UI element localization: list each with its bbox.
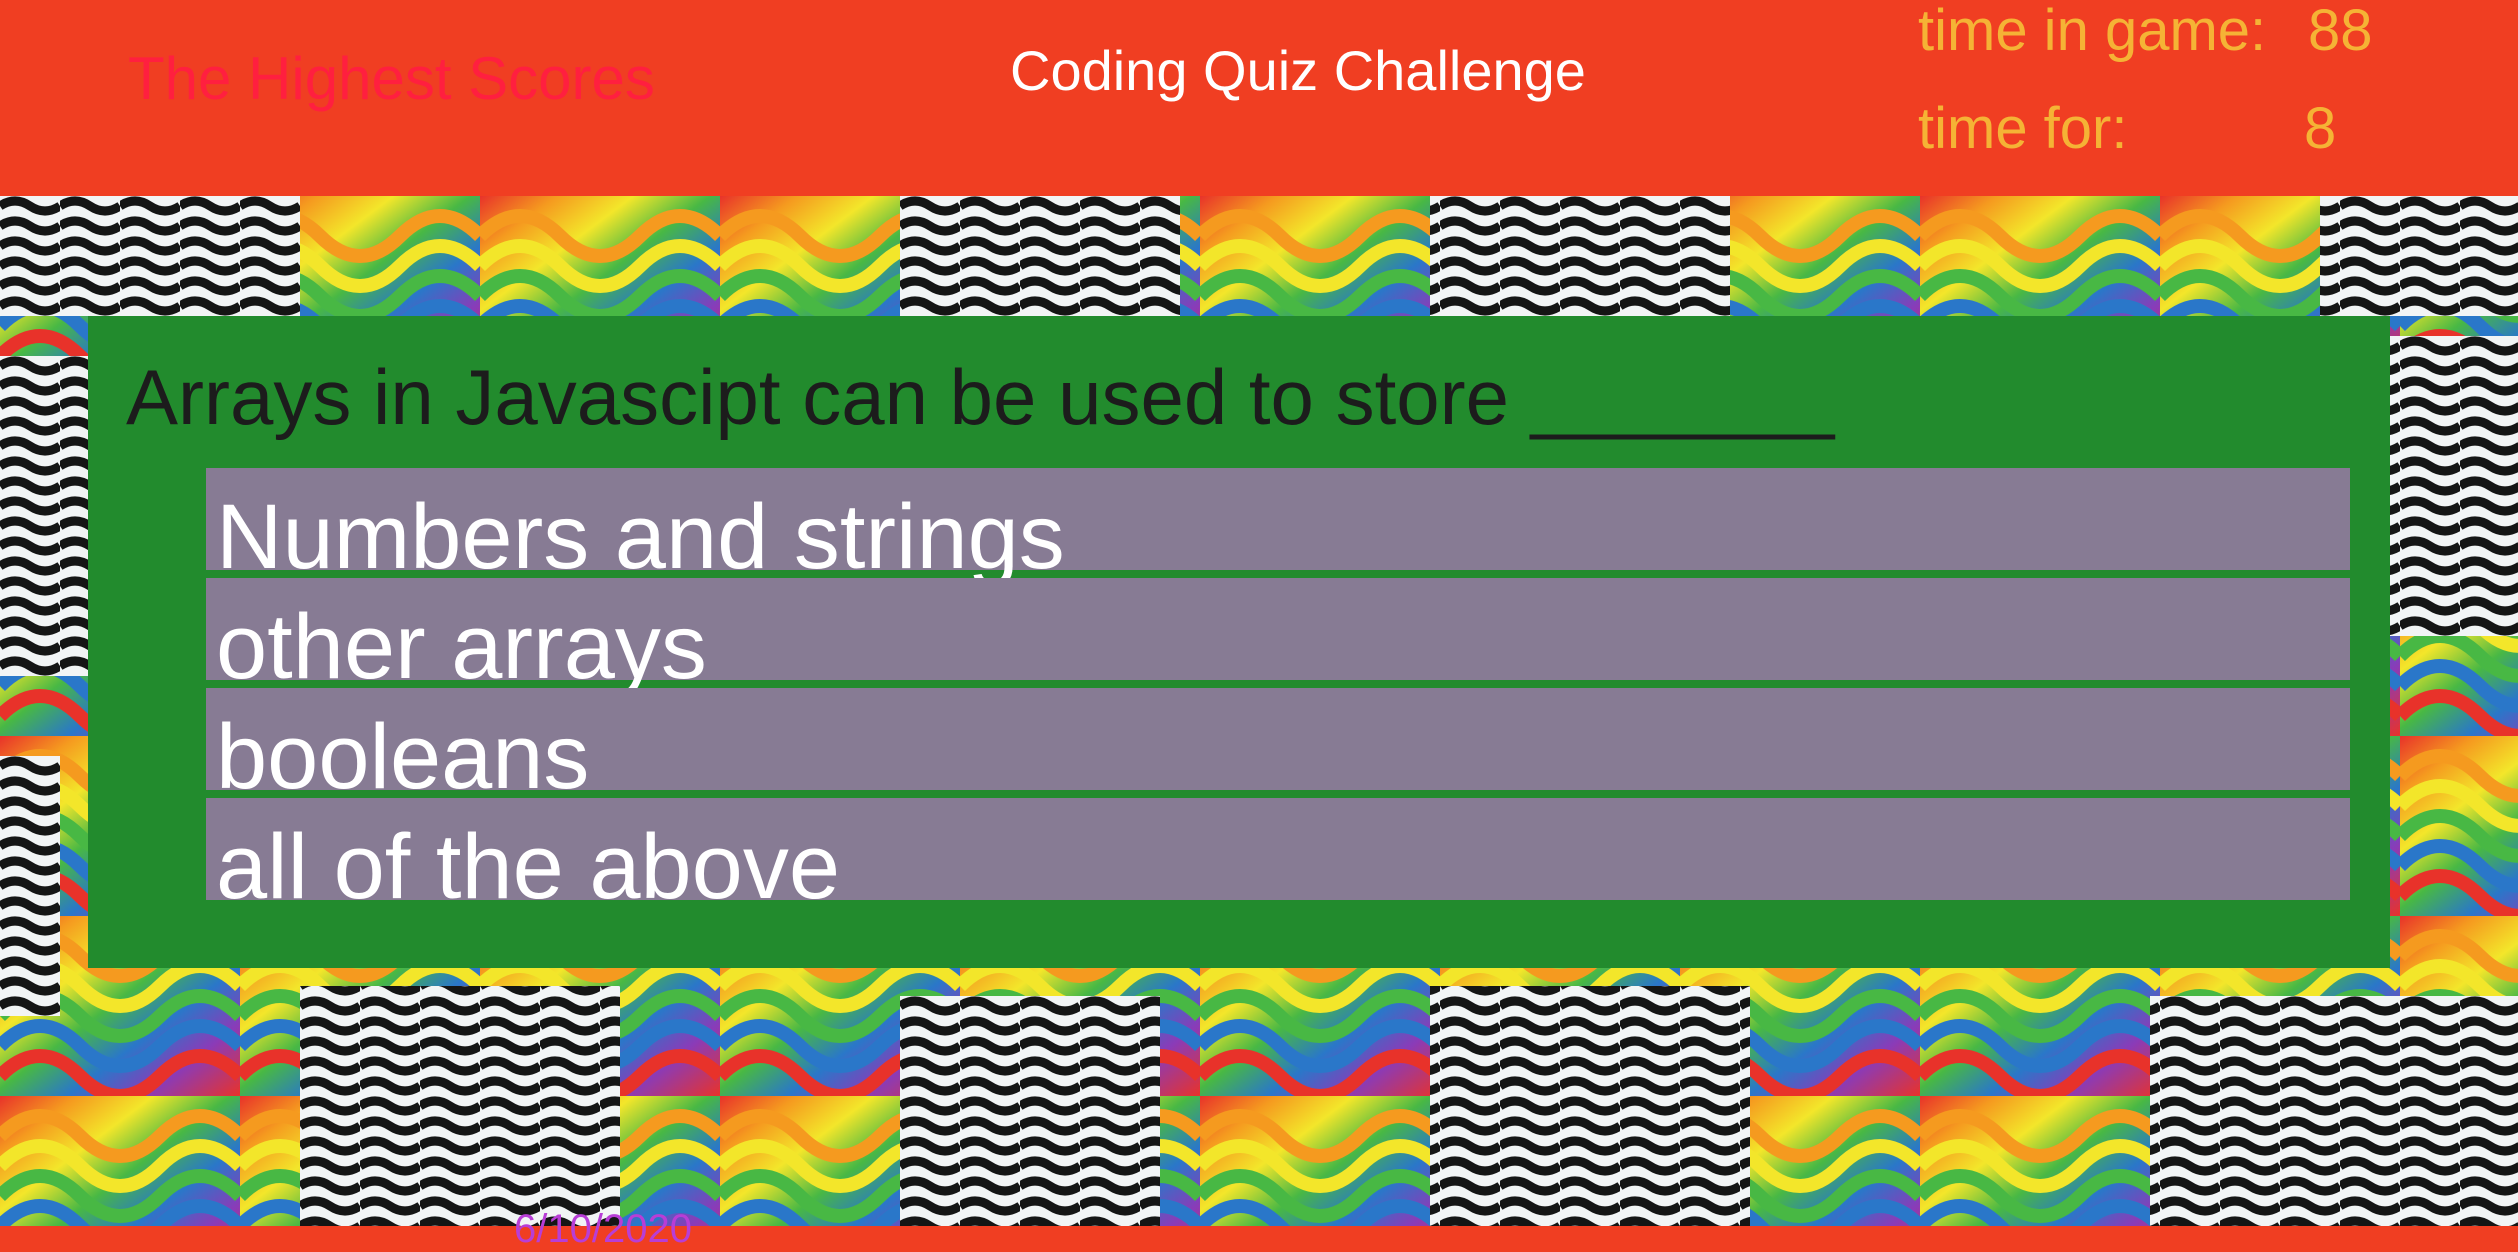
answer-label: Numbers and strings <box>216 486 1065 588</box>
answer-button-3[interactable]: booleans <box>206 688 2350 808</box>
highscores-link[interactable]: The Highest Scores <box>128 44 655 114</box>
answer-button-1[interactable]: Numbers and strings <box>206 468 2350 588</box>
game-timer-label: time in game: <box>1918 0 2267 63</box>
game-timer-value: 88 <box>2308 0 2373 63</box>
quiz-card: Arrays in Javascipt can be used to store… <box>88 316 2390 968</box>
answer-list: Numbers and strings other arrays boolean… <box>206 468 2350 918</box>
question-timer: time for: 8 <box>1918 96 2336 162</box>
question-timer-label: time for: <box>1918 96 2128 161</box>
footer-bar <box>0 1226 2518 1252</box>
game-timer: time in game: 88 <box>1918 0 2373 64</box>
question-text: Arrays in Javascipt can be used to store… <box>126 353 1835 441</box>
answer-button-4[interactable]: all of the above <box>206 798 2350 918</box>
answer-label: booleans <box>216 706 590 808</box>
answer-label: all of the above <box>216 816 841 918</box>
footer-date: 6/10/2020 <box>514 1207 692 1251</box>
answer-button-2[interactable]: other arrays <box>206 578 2350 698</box>
header-bar: The Highest Scores Coding Quiz Challenge… <box>0 0 2518 196</box>
question-timer-value: 8 <box>2304 96 2337 161</box>
answer-label: other arrays <box>216 596 707 698</box>
page-title: Coding Quiz Challenge <box>1010 39 1586 102</box>
